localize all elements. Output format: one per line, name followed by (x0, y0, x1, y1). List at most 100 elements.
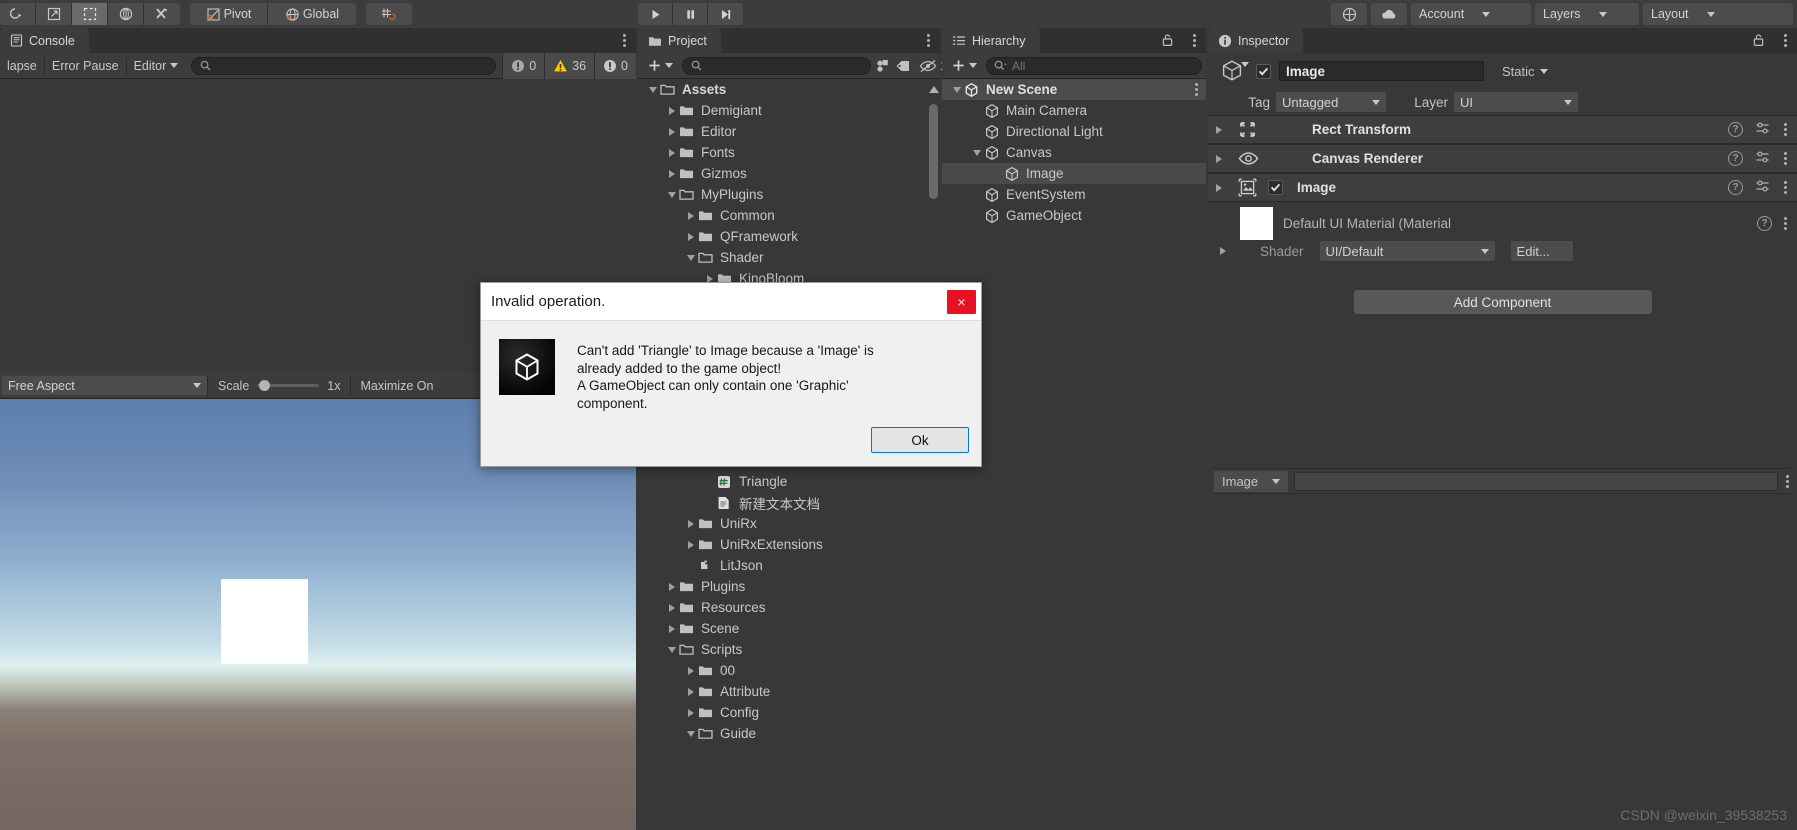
expand-arrow-icon[interactable] (1220, 247, 1226, 255)
chevron-down-icon[interactable] (1241, 67, 1249, 85)
tree-row[interactable]: Scripts (638, 639, 940, 660)
error-counter[interactable]: 0 (594, 53, 636, 79)
step-button[interactable] (708, 3, 743, 25)
expand-arrow-icon[interactable] (669, 128, 675, 136)
expand-arrow-icon[interactable] (669, 107, 675, 115)
tree-arrow[interactable] (646, 87, 660, 93)
pivot-toggle[interactable]: Pivot (190, 3, 268, 25)
layers-dropdown[interactable]: Layers (1535, 3, 1639, 25)
tree-arrow[interactable] (665, 128, 679, 136)
component-preset-icon[interactable] (1755, 121, 1770, 138)
collapse-arrow-icon[interactable] (668, 647, 676, 653)
hierarchy-tree[interactable]: New SceneMain CameraDirectional LightCan… (942, 79, 1206, 226)
help-icon[interactable]: ? (1728, 122, 1743, 137)
tree-arrow[interactable] (684, 520, 698, 528)
layout-dropdown[interactable]: Layout (1643, 3, 1793, 25)
expand-arrow-icon[interactable] (688, 667, 694, 675)
tree-row[interactable]: UniRxExtensions (638, 534, 940, 555)
material-options-kebab[interactable] (1782, 215, 1789, 232)
tree-row[interactable]: 新建文本文档 (638, 492, 940, 513)
log-counter[interactable]: 0 (502, 53, 544, 79)
scroll-thumb[interactable] (929, 104, 938, 199)
tree-arrow[interactable] (665, 192, 679, 198)
collapse-arrow-icon[interactable] (668, 192, 676, 198)
preview-type-dropdown[interactable]: Image (1214, 471, 1288, 492)
project-search-box[interactable] (682, 57, 871, 75)
move-tool-icon[interactable] (36, 3, 72, 25)
error-pause-button[interactable]: Error Pause (45, 56, 126, 76)
component-preset-icon[interactable] (1755, 150, 1770, 167)
rect-tool-icon[interactable] (72, 3, 108, 25)
preview-options-kebab[interactable] (1784, 473, 1791, 490)
console-options-kebab[interactable] (621, 32, 628, 49)
tree-arrow[interactable] (684, 709, 698, 717)
tree-arrow[interactable] (665, 604, 679, 612)
project-scrollbar[interactable] (929, 86, 938, 291)
shader-edit-button[interactable]: Edit... (1511, 241, 1573, 261)
search-by-label-icon[interactable] (895, 56, 911, 76)
component-options-kebab[interactable] (1782, 179, 1789, 196)
help-icon[interactable]: ? (1728, 180, 1743, 195)
tree-arrow[interactable] (684, 212, 698, 220)
tab-project[interactable]: Project (638, 28, 721, 53)
hierarchy-row[interactable]: GameObject (942, 205, 1206, 226)
project-options-kebab[interactable] (925, 32, 932, 49)
create-gameobject-button[interactable] (946, 56, 982, 76)
component-header[interactable]: Rect Transform? (1208, 115, 1797, 144)
tree-arrow[interactable] (665, 170, 679, 178)
static-toggle[interactable]: Static (1502, 64, 1548, 79)
tree-row[interactable]: Assets (638, 79, 940, 100)
console-search-box[interactable] (191, 57, 496, 75)
expand-arrow-icon[interactable] (669, 170, 675, 178)
tree-arrow[interactable] (684, 541, 698, 549)
tree-row[interactable]: LitJson (638, 555, 940, 576)
slider-knob[interactable] (259, 380, 270, 391)
cloud-icon[interactable] (1371, 3, 1407, 25)
tree-row[interactable]: Demigiant (638, 100, 940, 121)
scene-options-kebab[interactable] (1193, 81, 1200, 98)
collapse-button[interactable]: lapse (0, 56, 44, 76)
collapse-arrow-icon[interactable] (953, 87, 961, 93)
expand-arrow-icon[interactable] (688, 541, 694, 549)
collapse-arrow-icon[interactable] (973, 150, 981, 156)
help-icon[interactable]: ? (1728, 151, 1743, 166)
tree-arrow[interactable] (684, 667, 698, 675)
hierarchy-search-input[interactable] (1012, 59, 1194, 73)
tree-arrow[interactable] (665, 583, 679, 591)
object-name-field[interactable]: Image (1279, 61, 1484, 81)
tree-row[interactable]: Guide (638, 723, 940, 744)
tree-row[interactable]: Scene (638, 618, 940, 639)
hierarchy-row[interactable]: Canvas (942, 142, 1206, 163)
expand-arrow-icon[interactable] (1216, 126, 1222, 134)
expand-arrow-icon[interactable] (669, 625, 675, 633)
layer-dropdown[interactable]: UI (1454, 92, 1578, 112)
component-header[interactable]: Image? (1208, 173, 1797, 202)
add-component-button[interactable]: Add Component (1354, 290, 1652, 314)
tree-row[interactable]: Shader (638, 247, 940, 268)
hierarchy-row[interactable]: Main Camera (942, 100, 1206, 121)
tree-arrow[interactable] (665, 149, 679, 157)
tree-row[interactable]: 00 (638, 660, 940, 681)
tree-row[interactable]: Triangle (638, 471, 940, 492)
expand-arrow-icon[interactable] (688, 688, 694, 696)
maximize-on-play-toggle[interactable]: Maximize On (351, 379, 442, 393)
console-search-input[interactable] (216, 59, 487, 73)
hierarchy-lock-icon[interactable] (1161, 33, 1174, 47)
hierarchy-arrow[interactable] (970, 150, 984, 156)
tree-row[interactable]: Config (638, 702, 940, 723)
tree-row[interactable]: Plugins (638, 576, 940, 597)
collapse-arrow-icon[interactable] (649, 87, 657, 93)
global-toggle[interactable]: Global (268, 3, 356, 25)
collapse-arrow-icon[interactable] (687, 255, 695, 261)
pause-button[interactable] (673, 3, 708, 25)
tree-arrow[interactable] (684, 233, 698, 241)
expand-arrow-icon[interactable] (688, 233, 694, 241)
scale-slider[interactable] (257, 379, 319, 393)
search-by-type-icon[interactable] (875, 56, 891, 76)
hierarchy-row[interactable]: New Scene (942, 79, 1206, 100)
hierarchy-search-box[interactable] (986, 57, 1202, 75)
warning-counter[interactable]: 36 (544, 53, 594, 79)
component-options-kebab[interactable] (1782, 121, 1789, 138)
component-preset-icon[interactable] (1755, 179, 1770, 196)
tree-row[interactable]: MyPlugins (638, 184, 940, 205)
